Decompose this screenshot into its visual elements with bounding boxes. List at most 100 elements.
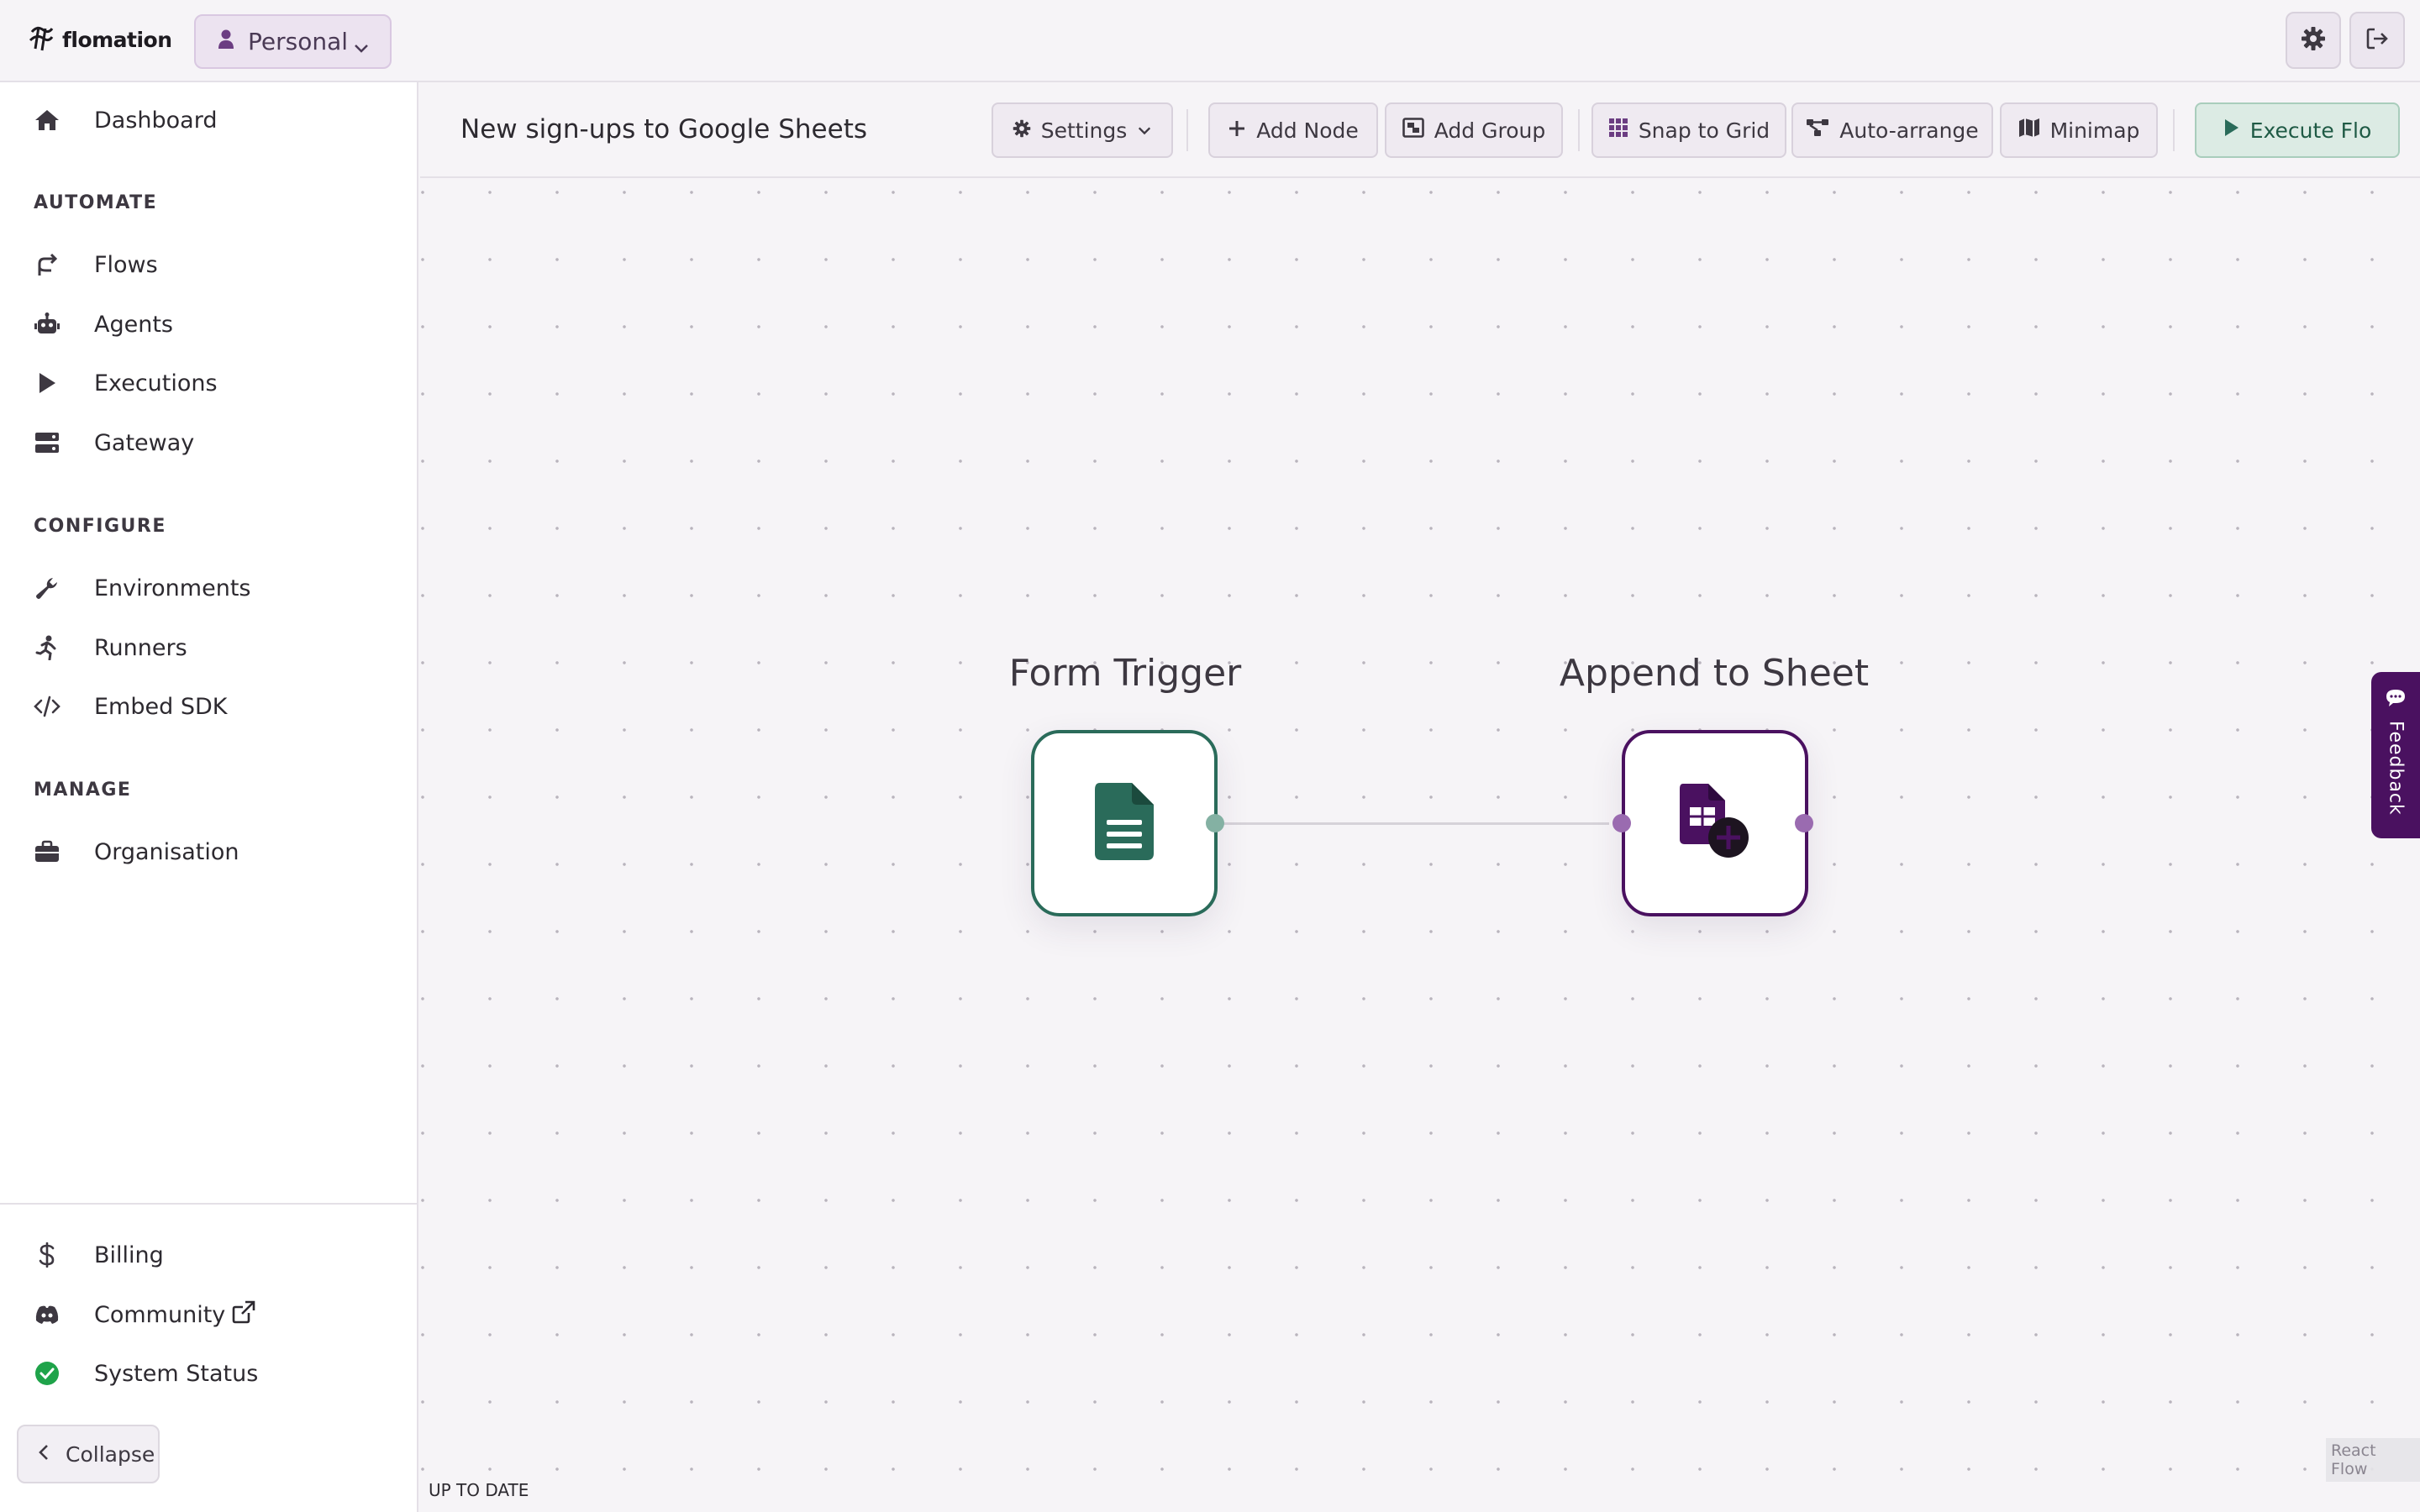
node-append-to-sheet[interactable] xyxy=(1622,730,1808,916)
server-icon xyxy=(34,429,60,456)
grid-icon xyxy=(1608,118,1628,143)
robot-icon xyxy=(34,311,60,338)
snap-to-grid-toggle[interactable]: Snap to Grid xyxy=(1591,102,1786,158)
sidebar-item-label: Environments xyxy=(94,575,251,601)
form-trigger-output-handle[interactable] xyxy=(1206,814,1224,832)
sidebar-item-label: Runners xyxy=(94,634,187,661)
collapse-label: Collapse xyxy=(66,1441,155,1467)
collapse-button[interactable]: Collapse xyxy=(17,1425,160,1483)
sidebar-item-label: Dashboard xyxy=(94,107,218,134)
sidebar-item-billing[interactable]: Billing xyxy=(34,1231,164,1278)
sidebar-item-agents[interactable]: Agents xyxy=(34,301,173,348)
flow-title: New sign-ups to Google Sheets xyxy=(460,114,867,144)
flows-icon xyxy=(34,251,60,278)
sidebar-item-label: Gateway xyxy=(94,429,195,456)
check-circle-icon xyxy=(34,1360,60,1387)
flow-toolbar: New sign-ups to Google Sheets Settings A… xyxy=(420,84,2420,178)
app-logo[interactable]: flomation xyxy=(27,24,172,55)
append-to-sheet-output-handle[interactable] xyxy=(1795,814,1813,832)
toolbar-separator xyxy=(2173,109,2175,151)
settings-label: Settings xyxy=(1040,118,1128,143)
document-icon xyxy=(1095,783,1154,864)
play-icon xyxy=(2223,118,2240,143)
group-icon xyxy=(1402,118,1424,143)
wrench-icon xyxy=(34,575,60,601)
running-person-icon xyxy=(34,634,60,661)
sidebar-item-community[interactable]: Community xyxy=(34,1291,255,1338)
sidebar-item-environments[interactable]: Environments xyxy=(34,564,250,612)
user-icon xyxy=(218,28,234,55)
sidebar-item-embed-sdk[interactable]: Embed SDK xyxy=(34,683,227,730)
play-icon xyxy=(34,370,60,396)
briefcase-icon xyxy=(34,838,60,865)
sheet-append-icon xyxy=(1680,784,1750,863)
external-link-icon xyxy=(232,1300,255,1330)
sidebar-item-executions[interactable]: Executions xyxy=(34,360,218,407)
sidebar-item-label: Community xyxy=(94,1301,226,1328)
node-label-form-trigger: Form Trigger xyxy=(1008,652,1242,695)
sidebar-item-organisation[interactable]: Organisation xyxy=(34,828,239,875)
node-label-append-to-sheet: Append to Sheet xyxy=(1559,652,1870,695)
sidebar-item-system-status[interactable]: System Status xyxy=(34,1350,258,1397)
dollar-icon xyxy=(34,1242,60,1268)
auto-arrange-label: Auto-arrange xyxy=(1839,118,1979,143)
sidebar-item-label: Organisation xyxy=(94,838,239,865)
app-name: flomation xyxy=(62,27,172,52)
sidebar-item-label: Billing xyxy=(94,1242,164,1268)
logout-button[interactable] xyxy=(2349,12,2405,69)
top-bar: flomation Personal xyxy=(0,0,2420,82)
add-group-button[interactable]: Add Group xyxy=(1385,102,1563,158)
save-status: UP TO DATE xyxy=(429,1480,529,1500)
gear-icon xyxy=(1013,118,1031,143)
settings-dropdown-button[interactable]: Settings xyxy=(992,102,1173,158)
toolbar-separator xyxy=(1578,109,1580,151)
execute-label: Execute Flo xyxy=(2249,118,2372,143)
sidebar-item-dashboard[interactable]: Dashboard xyxy=(34,97,217,144)
node-form-trigger[interactable] xyxy=(1031,730,1218,916)
gear-icon xyxy=(2301,26,2326,55)
add-group-label: Add Group xyxy=(1434,118,1546,143)
feedback-tab[interactable]: Feedback xyxy=(2371,672,2420,838)
section-label-automate: AUTOMATE xyxy=(34,192,158,213)
sidebar-divider xyxy=(0,1203,418,1205)
flomation-logo-icon xyxy=(27,24,55,55)
sidebar-item-runners[interactable]: Runners xyxy=(34,624,187,671)
sidebar-item-label: Flows xyxy=(94,251,158,278)
home-icon xyxy=(34,107,60,134)
flow-canvas[interactable]: Form Trigger Append to Sheet xyxy=(420,180,2420,1512)
sidebar-item-label: Executions xyxy=(94,370,218,396)
auto-arrange-button[interactable]: Auto-arrange xyxy=(1791,102,1993,158)
logout-icon xyxy=(2365,26,2390,55)
chevron-down-icon xyxy=(353,34,370,62)
map-icon xyxy=(2018,118,2040,143)
plus-icon xyxy=(1228,118,1246,143)
chevron-left-icon xyxy=(37,1442,50,1467)
section-label-manage: MANAGE xyxy=(34,780,132,801)
workspace-select[interactable]: Personal xyxy=(194,14,392,69)
section-label-configure: CONFIGURE xyxy=(34,516,166,537)
settings-button[interactable] xyxy=(2286,12,2341,69)
sidebar: Dashboard AUTOMATE Flows Agents Executio… xyxy=(0,82,418,1512)
workspace-label: Personal xyxy=(248,28,349,55)
execute-flow-button[interactable]: Execute Flo xyxy=(2195,102,2400,158)
sidebar-item-flows[interactable]: Flows xyxy=(34,241,158,288)
chat-bubble-icon xyxy=(2386,689,2406,711)
sidebar-item-label: Embed SDK xyxy=(94,693,228,720)
discord-icon xyxy=(34,1301,60,1328)
sidebar-item-label: System Status xyxy=(94,1360,259,1387)
code-icon xyxy=(34,693,60,720)
append-to-sheet-input-handle[interactable] xyxy=(1612,814,1631,832)
toolbar-separator xyxy=(1186,109,1188,151)
snap-to-grid-label: Snap to Grid xyxy=(1638,118,1770,143)
sidebar-item-gateway[interactable]: Gateway xyxy=(34,419,194,466)
flow-edge[interactable] xyxy=(1223,822,1609,825)
chevron-down-icon xyxy=(1137,118,1152,143)
feedback-label: Feedback xyxy=(2385,721,2407,816)
add-node-button[interactable]: Add Node xyxy=(1208,102,1378,158)
diagram-icon xyxy=(1806,118,1829,143)
minimap-label: Minimap xyxy=(2049,118,2140,143)
add-node-label: Add Node xyxy=(1256,118,1359,143)
sidebar-item-label: Agents xyxy=(94,311,173,338)
react-flow-attribution[interactable]: React Flow xyxy=(2326,1438,2420,1482)
minimap-toggle[interactable]: Minimap xyxy=(2000,102,2158,158)
